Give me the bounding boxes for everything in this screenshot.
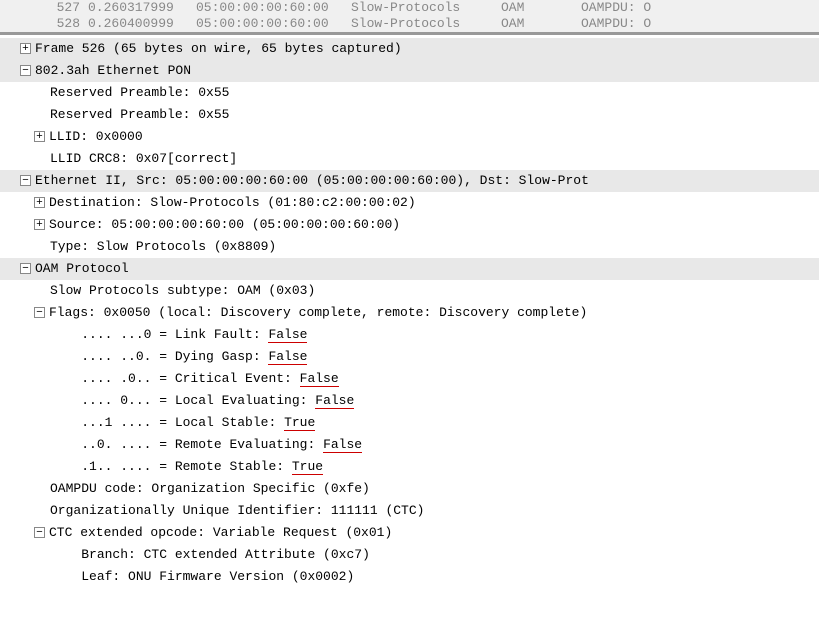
col-no: 527 <box>40 0 80 16</box>
oam-protocol-text: OAM Protocol <box>35 261 129 276</box>
expand-icon[interactable] <box>34 219 45 230</box>
expand-icon[interactable] <box>20 43 31 54</box>
packet-row[interactable]: 528 0.260400999 05:00:00:00:60:00 Slow-P… <box>0 16 819 32</box>
flag-value: True <box>292 459 323 475</box>
flag-remote-stable[interactable]: .1.. .... = Remote Stable: True <box>0 456 819 478</box>
col-info: OAMPDU: O <box>581 0 651 16</box>
pon-reserved-2[interactable]: Reserved Preamble: 0x55 <box>0 104 819 126</box>
col-proto: OAM <box>501 0 581 16</box>
collapse-icon[interactable] <box>20 175 31 186</box>
col-src: 05:00:00:00:60:00 <box>196 0 351 16</box>
protocol-tree-pane: Frame 526 (65 bytes on wire, 65 bytes ca… <box>0 33 819 591</box>
col-time: 0.260317999 <box>88 0 188 16</box>
eth-source[interactable]: Source: 05:00:00:00:60:00 (05:00:00:00:6… <box>0 214 819 236</box>
flag-value: False <box>315 393 354 409</box>
oam-protocol-header[interactable]: OAM Protocol <box>0 258 819 280</box>
expand-icon[interactable] <box>34 131 45 142</box>
col-no: 528 <box>40 16 80 32</box>
col-proto: OAM <box>501 16 581 32</box>
oam-oui[interactable]: Organizationally Unique Identifier: 1111… <box>0 500 819 522</box>
col-src: 05:00:00:00:60:00 <box>196 16 351 32</box>
col-dst: Slow-Protocols <box>351 0 501 16</box>
ethernet-header-text: Ethernet II, Src: 05:00:00:00:60:00 (05:… <box>35 173 589 188</box>
flag-remote-evaluating[interactable]: ..0. .... = Remote Evaluating: False <box>0 434 819 456</box>
ethernet-header[interactable]: Ethernet II, Src: 05:00:00:00:60:00 (05:… <box>0 170 819 192</box>
col-info: OAMPDU: O <box>581 16 651 32</box>
frame-summary[interactable]: Frame 526 (65 bytes on wire, 65 bytes ca… <box>0 38 819 60</box>
expand-icon[interactable] <box>34 197 45 208</box>
ctc-branch[interactable]: Branch: CTC extended Attribute (0xc7) <box>0 544 819 566</box>
flag-local-evaluating[interactable]: .... 0... = Local Evaluating: False <box>0 390 819 412</box>
flag-value: True <box>284 415 315 431</box>
collapse-icon[interactable] <box>20 65 31 76</box>
oam-subtype[interactable]: Slow Protocols subtype: OAM (0x03) <box>0 280 819 302</box>
ctc-leaf[interactable]: Leaf: ONU Firmware Version (0x0002) <box>0 566 819 588</box>
eth-destination[interactable]: Destination: Slow-Protocols (01:80:c2:00… <box>0 192 819 214</box>
flag-value: False <box>300 371 339 387</box>
pon-reserved-1[interactable]: Reserved Preamble: 0x55 <box>0 82 819 104</box>
ctc-opcode-header[interactable]: CTC extended opcode: Variable Request (0… <box>0 522 819 544</box>
flag-value: False <box>268 349 307 365</box>
flag-dying-gasp[interactable]: .... ..0. = Dying Gasp: False <box>0 346 819 368</box>
col-time: 0.260400999 <box>88 16 188 32</box>
flag-value: False <box>268 327 307 343</box>
flag-critical-event[interactable]: .... .0.. = Critical Event: False <box>0 368 819 390</box>
eth-type[interactable]: Type: Slow Protocols (0x8809) <box>0 236 819 258</box>
collapse-icon[interactable] <box>34 307 45 318</box>
flag-local-stable[interactable]: ...1 .... = Local Stable: True <box>0 412 819 434</box>
pon-llid-crc[interactable]: LLID CRC8: 0x07[correct] <box>0 148 819 170</box>
col-dst: Slow-Protocols <box>351 16 501 32</box>
flag-value: False <box>323 437 362 453</box>
collapse-icon[interactable] <box>20 263 31 274</box>
oam-flags-header[interactable]: Flags: 0x0050 (local: Discovery complete… <box>0 302 819 324</box>
pon-header[interactable]: 802.3ah Ethernet PON <box>0 60 819 82</box>
flag-link-fault[interactable]: .... ...0 = Link Fault: False <box>0 324 819 346</box>
packet-row[interactable]: 527 0.260317999 05:00:00:00:60:00 Slow-P… <box>0 0 819 16</box>
pon-header-text: 802.3ah Ethernet PON <box>35 63 191 78</box>
collapse-icon[interactable] <box>34 527 45 538</box>
frame-summary-text: Frame 526 (65 bytes on wire, 65 bytes ca… <box>35 41 402 56</box>
packet-list-pane: 527 0.260317999 05:00:00:00:60:00 Slow-P… <box>0 0 819 33</box>
oam-code[interactable]: OAMPDU code: Organization Specific (0xfe… <box>0 478 819 500</box>
pon-llid[interactable]: LLID: 0x0000 <box>0 126 819 148</box>
